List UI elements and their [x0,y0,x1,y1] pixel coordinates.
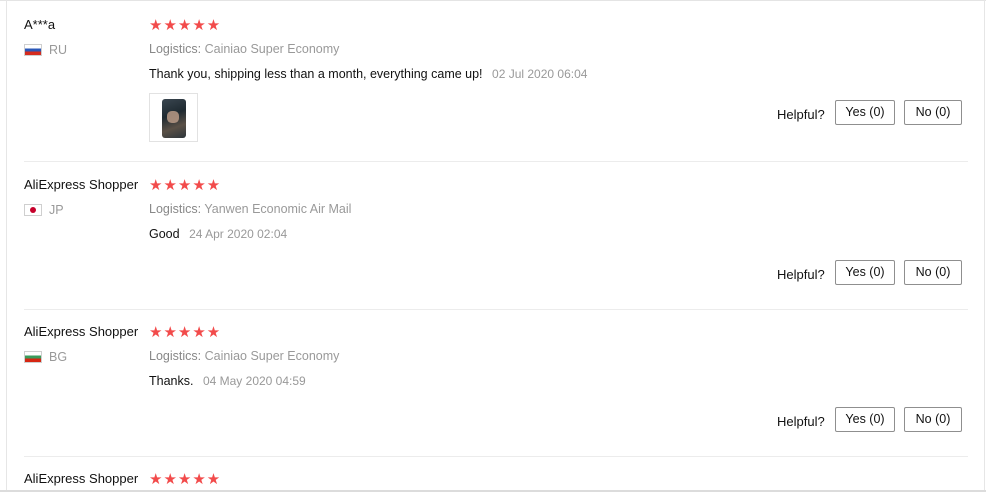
review-date: 24 Apr 2020 02:04 [189,227,288,241]
logistics-info: Logistics: Yanwen Economic Air Mail [149,202,351,216]
review-separator [24,309,968,310]
review-date: 04 May 2020 04:59 [202,374,306,388]
helpful-yes-button[interactable]: Yes (0) [835,407,895,432]
review-comment: Thank you, shipping less than a month, e… [149,67,587,81]
japan-flag-icon [24,204,42,216]
reviewer-country: JP [24,203,64,217]
frame-left-border [6,0,7,492]
review-separator [24,456,968,457]
logistics-label: Logistics: [149,202,202,216]
star-rating: ★★★★★ [149,471,222,488]
helpful-no-button[interactable]: No (0) [904,100,962,125]
bulgaria-flag-icon [24,351,42,363]
star-rating: ★★★★★ [149,324,222,341]
helpful-no-button[interactable]: No (0) [904,260,962,285]
review-comment: Thanks. 04 May 2020 04:59 [149,374,306,388]
russia-flag-icon [24,44,42,56]
reviewer-country: RU [24,43,67,57]
reviewer-name: AliExpress Shopper [24,324,139,339]
star-rating: ★★★★★ [149,177,222,194]
review-photo-thumbnail[interactable] [149,93,198,142]
reviewer-name: AliExpress Shopper [24,177,139,192]
country-code: JP [49,203,64,217]
reviewer-country: BG [24,350,67,364]
reviewer-name: A***a [24,17,56,32]
logistics-value: Cainiao Super Economy [204,349,340,363]
review-comment: Good 24 Apr 2020 02:04 [149,227,287,241]
logistics-label: Logistics: [149,42,202,56]
helpful-no-button[interactable]: No (0) [904,407,962,432]
helpful-yes-button[interactable]: Yes (0) [835,260,895,285]
helpful-label: Helpful? [777,267,825,282]
comment-text: Thank you, shipping less than a month, e… [149,67,483,81]
logistics-value: Cainiao Super Economy [204,42,340,56]
helpful-label: Helpful? [777,107,825,122]
logistics-value: Yanwen Economic Air Mail [204,202,352,216]
helpful-yes-button[interactable]: Yes (0) [835,100,895,125]
country-code: BG [49,350,68,364]
review-date: 02 Jul 2020 06:04 [492,67,588,81]
country-code: RU [49,43,68,57]
frame-top-border [0,0,986,1]
comment-text: Thanks. [149,374,194,388]
logistics-label: Logistics: [149,349,202,363]
review-photo-image [162,99,186,138]
logistics-info: Logistics: Cainiao Super Economy [149,349,339,363]
helpful-label: Helpful? [777,414,825,429]
star-rating: ★★★★★ [149,17,222,34]
comment-text: Good [149,227,180,241]
frame-right-border [984,0,985,492]
reviewer-name: AliExpress Shopper [24,471,139,486]
review-separator [24,161,968,162]
logistics-info: Logistics: Cainiao Super Economy [149,42,339,56]
